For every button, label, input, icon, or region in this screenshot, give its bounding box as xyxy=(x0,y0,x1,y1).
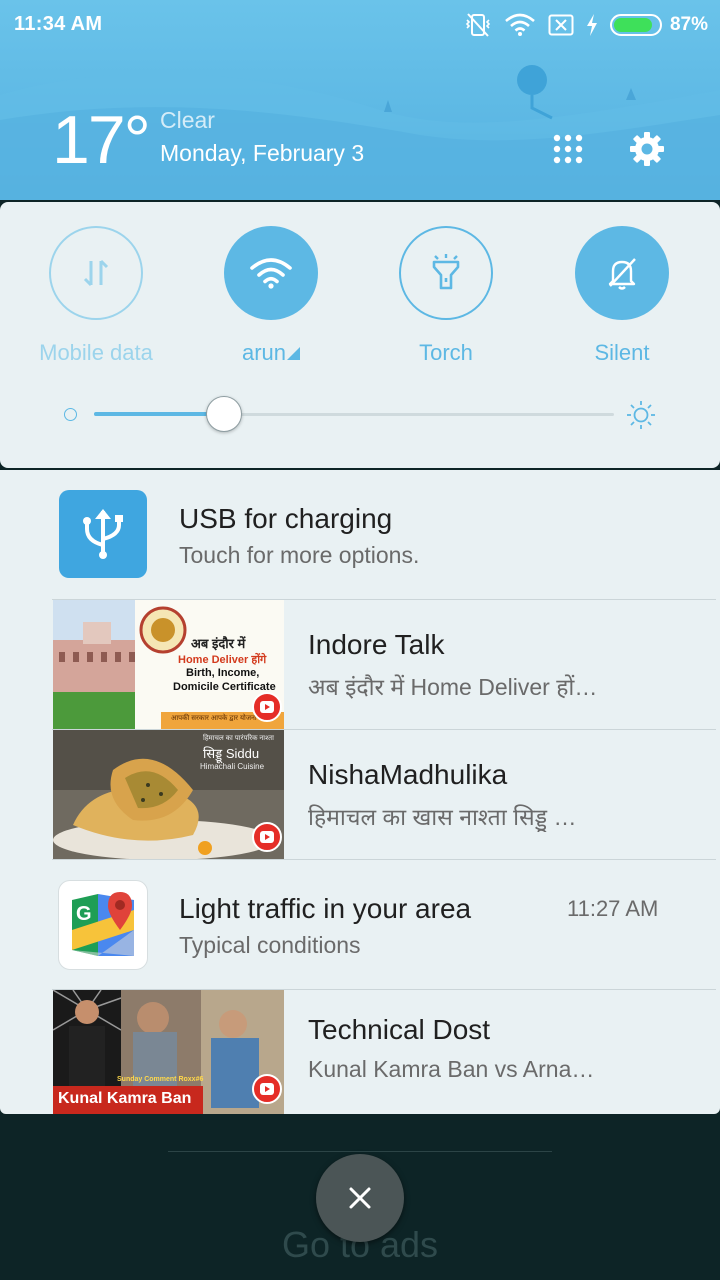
notification-nishamadhulika[interactable]: हिमाचल का पारंपरिक नाश्ता सिड्डू Siddu H… xyxy=(0,730,720,860)
notification-usb[interactable]: USB for charging Touch for more options. xyxy=(0,470,720,600)
notification-indore-talk[interactable]: अब इंदौर में Home Deliver होंगे Birth, I… xyxy=(0,600,720,730)
dropdown-corner-icon xyxy=(287,347,301,360)
thumbnail-text-2: Sunday Comment Roxx#6 xyxy=(117,1076,204,1083)
thumbnail-text-3: Himachali Cuisine xyxy=(200,762,265,771)
brightness-fill xyxy=(94,412,224,416)
battery-icon xyxy=(609,14,662,36)
torch-icon xyxy=(399,226,493,320)
status-time: 11:34 AM xyxy=(14,13,103,35)
notification-subtitle: अब इंदौर में Home Deliver हों… xyxy=(308,674,598,700)
svg-text:G: G xyxy=(76,903,92,925)
weather-condition: Clear xyxy=(160,107,215,133)
toggle-mobile-data[interactable]: Mobile data xyxy=(21,226,171,366)
close-icon[interactable] xyxy=(316,1154,404,1242)
usb-icon xyxy=(59,490,147,578)
toggle-label: Torch xyxy=(419,340,473,365)
vibrate-off-icon xyxy=(464,12,492,38)
thumbnail-text-5: आपकी सरकार आपके द्वार योजना xyxy=(171,715,257,722)
toggle-label: Silent xyxy=(594,340,650,365)
apps-grid-icon[interactable] xyxy=(547,128,589,170)
settings-gear-icon[interactable] xyxy=(626,128,668,170)
notification-subtitle: Touch for more options. xyxy=(179,542,420,568)
no-sim-icon xyxy=(548,14,574,36)
brightness-knob[interactable] xyxy=(206,396,242,432)
notification-subtitle: Typical conditions xyxy=(179,932,361,958)
toggle-label: arun xyxy=(241,340,287,365)
notification-maps-traffic[interactable]: G Light traffic in your area 11:27 AM Ty… xyxy=(0,860,720,990)
toggle-label: Mobile data xyxy=(39,340,153,365)
toggle-silent[interactable]: Silent xyxy=(547,226,697,366)
thumbnail-text-2: Home Deliver होंगे xyxy=(178,654,267,666)
video-thumbnail: हिमाचल का पारंपरिक नाश्ता सिड्डू Siddu H… xyxy=(53,730,284,860)
thumbnail-text-1: हिमाचल का पारंपरिक नाश्ता xyxy=(203,735,274,742)
charging-bolt-icon xyxy=(586,14,598,36)
notification-technical-dost[interactable]: Kunal Kamra Ban Sunday Comment Roxx#6 Te… xyxy=(0,990,720,1114)
thumbnail-text-3: Birth, Income, xyxy=(186,667,260,679)
status-bar: 11:34 AM 87% xyxy=(0,0,720,50)
notification-list: USB for charging Touch for more options.… xyxy=(0,470,720,1114)
notification-title: NishaMadhulika xyxy=(308,759,508,790)
thumbnail-text-1: अब इंदौर में xyxy=(191,636,246,651)
silent-bell-icon xyxy=(575,226,669,320)
brightness-high-icon xyxy=(626,400,656,435)
notification-time: 11:27 AM xyxy=(567,896,659,921)
divider xyxy=(168,1151,552,1152)
notification-subtitle: Kunal Kamra Ban vs Arna… xyxy=(308,1056,595,1082)
notification-subtitle: हिमाचल का खास नाश्ता सिड्डू … xyxy=(308,804,577,830)
video-thumbnail: अब इंदौर में Home Deliver होंगे Birth, I… xyxy=(53,600,284,730)
notification-title: Indore Talk xyxy=(308,629,445,660)
mobile-data-icon xyxy=(49,226,143,320)
quick-settings-panel: Mobile data arun Torch Silent xyxy=(0,202,720,468)
maps-icon: G xyxy=(58,880,148,970)
thumbnail-text-2: सिड्डू Siddu xyxy=(203,746,260,761)
notification-title: Light traffic in your area xyxy=(179,893,472,924)
toggle-wifi[interactable]: arun xyxy=(196,226,346,366)
notification-header: 11:34 AM 87% 17° Clear Monday, February … xyxy=(0,0,720,200)
wifi-icon xyxy=(224,226,318,320)
brightness-low-icon xyxy=(64,408,77,421)
thumbnail-text-4: Domicile Certificate xyxy=(173,681,276,693)
youtube-icon xyxy=(252,692,282,722)
temperature: 17° xyxy=(52,102,151,178)
wifi-icon xyxy=(504,13,536,37)
toggle-torch[interactable]: Torch xyxy=(371,226,521,366)
youtube-icon xyxy=(252,822,282,852)
video-thumbnail: Kunal Kamra Ban Sunday Comment Roxx#6 xyxy=(53,990,284,1114)
weather-date: Monday, February 3 xyxy=(160,140,365,166)
battery-percentage: 87% xyxy=(669,14,708,35)
background-app-area: Go to ads xyxy=(0,1114,720,1280)
notification-title: USB for charging xyxy=(179,503,393,534)
thumbnail-text-1: Kunal Kamra Ban xyxy=(58,1090,192,1107)
youtube-icon xyxy=(252,1074,282,1104)
notification-title: Technical Dost xyxy=(308,1014,491,1045)
brightness-slider[interactable] xyxy=(60,392,670,436)
